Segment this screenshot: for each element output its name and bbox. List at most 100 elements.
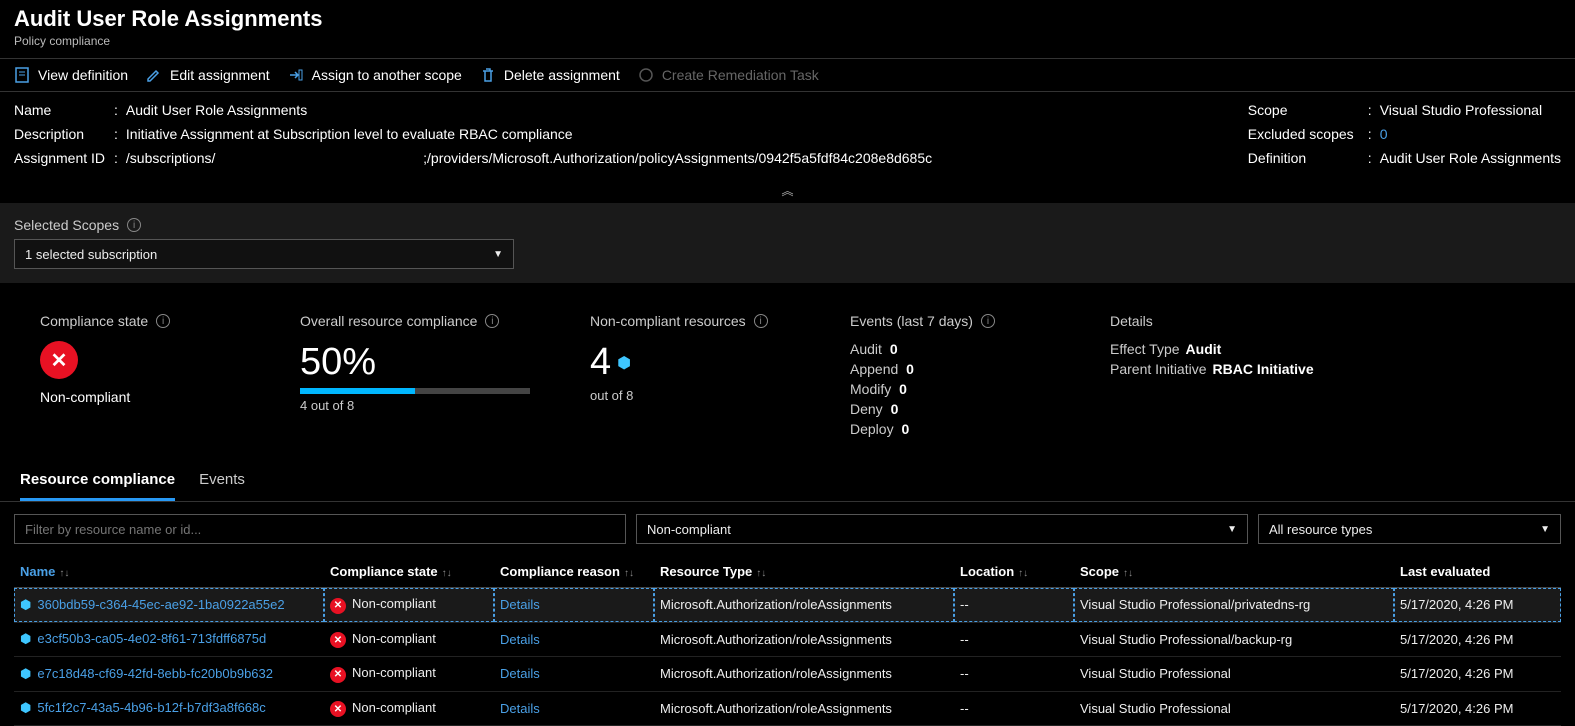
resource-name-link[interactable]: ⬢360bdb59-c364-45ec-ae92-1ba0922a55e2: [14, 588, 324, 623]
assign-scope-button[interactable]: Assign to another scope: [288, 67, 462, 83]
event-deny: Deny 0: [850, 401, 1050, 417]
tab-events[interactable]: Events: [199, 461, 245, 501]
location-cell: --: [954, 657, 1074, 692]
event-deploy: Deploy 0: [850, 421, 1050, 437]
overall-compliance-label: Overall resource compliance: [300, 313, 477, 329]
last-evaluated-cell: 5/17/2020, 4:26 PM: [1394, 691, 1561, 726]
last-evaluated-cell: 5/17/2020, 4:26 PM: [1394, 657, 1561, 692]
col-location[interactable]: Location↑↓: [954, 556, 1074, 588]
noncompliant-icon: ✕: [330, 598, 346, 614]
details-link[interactable]: Details: [494, 588, 654, 623]
description-label: Description: [14, 126, 114, 142]
definition-value: Audit User Role Assignments: [1380, 150, 1561, 166]
resource-icon: ⬢: [20, 666, 31, 681]
overall-compliance-sub: 4 out of 8: [300, 398, 530, 413]
assign-scope-label: Assign to another scope: [312, 67, 462, 83]
create-remediation-button: Create Remediation Task: [638, 67, 819, 83]
edit-assignment-label: Edit assignment: [170, 67, 270, 83]
resource-type-cell: Microsoft.Authorization/roleAssignments: [654, 622, 954, 657]
compliance-filter-value: Non-compliant: [647, 522, 731, 537]
tab-resource-compliance[interactable]: Resource compliance: [20, 461, 175, 501]
table-row[interactable]: ⬢360bdb59-c364-45ec-ae92-1ba0922a55e2✕No…: [14, 588, 1561, 623]
scope-cell: Visual Studio Professional: [1074, 657, 1394, 692]
info-icon[interactable]: i: [485, 314, 499, 328]
table-row[interactable]: ⬢e3cf50b3-ca05-4e02-8f61-713fdff6875d✕No…: [14, 622, 1561, 657]
scope-cell: Visual Studio Professional/backup-rg: [1074, 622, 1394, 657]
toolbar: View definition Edit assignment Assign t…: [0, 58, 1575, 92]
table-row[interactable]: ⬢e7c18d48-cf69-42fd-8ebb-fc20b0b9b632✕No…: [14, 657, 1561, 692]
assignment-id-value: /subscriptions/ ;/providers/Microsoft.Au…: [126, 150, 932, 166]
chevron-down-icon: ▼: [1227, 524, 1237, 535]
compliance-filter-dropdown[interactable]: Non-compliant ▼: [636, 514, 1248, 544]
resource-icon: ⬢: [20, 597, 31, 612]
selected-scopes-label: Selected Scopes: [14, 217, 119, 233]
resource-filter-input[interactable]: [14, 514, 626, 544]
delete-assignment-button[interactable]: Delete assignment: [480, 67, 620, 83]
col-name[interactable]: Name↑↓: [14, 556, 324, 588]
details-label: Details: [1110, 313, 1153, 329]
resource-type-filter-value: All resource types: [1269, 522, 1372, 537]
collapse-chevron[interactable]: ︽: [0, 180, 1575, 203]
name-label: Name: [14, 102, 114, 118]
col-last-evaluated[interactable]: Last evaluated: [1394, 556, 1561, 588]
resource-icon: ⬢: [20, 700, 31, 715]
view-definition-button[interactable]: View definition: [14, 67, 128, 83]
scope-cell: Visual Studio Professional/privatedns-rg: [1074, 588, 1394, 623]
remediation-icon: [638, 67, 654, 83]
definition-label: Definition: [1248, 150, 1368, 166]
last-evaluated-cell: 5/17/2020, 4:26 PM: [1394, 588, 1561, 623]
noncompliant-icon: ✕: [330, 667, 346, 683]
parent-initiative: Parent InitiativeRBAC Initiative: [1110, 361, 1314, 377]
resource-name-link[interactable]: ⬢e3cf50b3-ca05-4e02-8f61-713fdff6875d: [14, 622, 324, 657]
scope-value: Visual Studio Professional: [1380, 102, 1542, 118]
progress-bar: [300, 388, 530, 394]
compliance-state-cell: ✕Non-compliant: [324, 657, 494, 692]
scope-cell: Visual Studio Professional: [1074, 691, 1394, 726]
table-row[interactable]: ⬢5fc1f2c7-43a5-4b96-b12f-b7df3a8f668c✕No…: [14, 691, 1561, 726]
location-cell: --: [954, 588, 1074, 623]
col-compliance-reason[interactable]: Compliance reason↑↓: [494, 556, 654, 588]
selected-scopes-dropdown[interactable]: 1 selected subscription ▼: [14, 239, 514, 269]
edit-assignment-button[interactable]: Edit assignment: [146, 67, 270, 83]
info-icon[interactable]: i: [156, 314, 170, 328]
details-link[interactable]: Details: [494, 622, 654, 657]
chevron-down-icon: ▼: [493, 249, 503, 260]
assignment-id-label: Assignment ID: [14, 150, 114, 166]
overall-compliance-pct: 50%: [300, 341, 530, 384]
page-subtitle: Policy compliance: [14, 34, 1561, 48]
selected-scopes-value: 1 selected subscription: [25, 247, 157, 262]
col-scope[interactable]: Scope↑↓: [1074, 556, 1394, 588]
info-icon[interactable]: i: [754, 314, 768, 328]
details-link[interactable]: Details: [494, 691, 654, 726]
event-append: Append 0: [850, 361, 1050, 377]
noncompliant-count: 4: [590, 341, 611, 384]
effect-type: Effect TypeAudit: [1110, 341, 1314, 357]
noncompliant-icon: ✕: [40, 341, 78, 379]
event-audit: Audit 0: [850, 341, 1050, 357]
excluded-scopes-link[interactable]: 0: [1380, 126, 1388, 142]
delete-assignment-label: Delete assignment: [504, 67, 620, 83]
col-compliance-state[interactable]: Compliance state↑↓: [324, 556, 494, 588]
description-value: Initiative Assignment at Subscription le…: [126, 126, 573, 142]
resource-type-filter-dropdown[interactable]: All resource types ▼: [1258, 514, 1561, 544]
compliance-state-cell: ✕Non-compliant: [324, 588, 494, 623]
excluded-scopes-label: Excluded scopes: [1248, 126, 1368, 142]
resource-type-cell: Microsoft.Authorization/roleAssignments: [654, 657, 954, 692]
compliance-state-value: Non-compliant: [40, 389, 240, 405]
page-title: Audit User Role Assignments: [14, 6, 1561, 32]
document-icon: [14, 67, 30, 83]
col-resource-type[interactable]: Resource Type↑↓: [654, 556, 954, 588]
create-remediation-label: Create Remediation Task: [662, 67, 819, 83]
compliance-state-cell: ✕Non-compliant: [324, 622, 494, 657]
location-cell: --: [954, 691, 1074, 726]
resource-table: Name↑↓ Compliance state↑↓ Compliance rea…: [14, 556, 1561, 726]
trash-icon: [480, 67, 496, 83]
info-icon[interactable]: i: [127, 218, 141, 232]
compliance-state-label: Compliance state: [40, 313, 148, 329]
resource-name-link[interactable]: ⬢5fc1f2c7-43a5-4b96-b12f-b7df3a8f668c: [14, 691, 324, 726]
resource-name-link[interactable]: ⬢e7c18d48-cf69-42fd-8ebb-fc20b0b9b632: [14, 657, 324, 692]
event-modify: Modify 0: [850, 381, 1050, 397]
details-link[interactable]: Details: [494, 657, 654, 692]
noncompliant-resources-label: Non-compliant resources: [590, 313, 746, 329]
info-icon[interactable]: i: [981, 314, 995, 328]
